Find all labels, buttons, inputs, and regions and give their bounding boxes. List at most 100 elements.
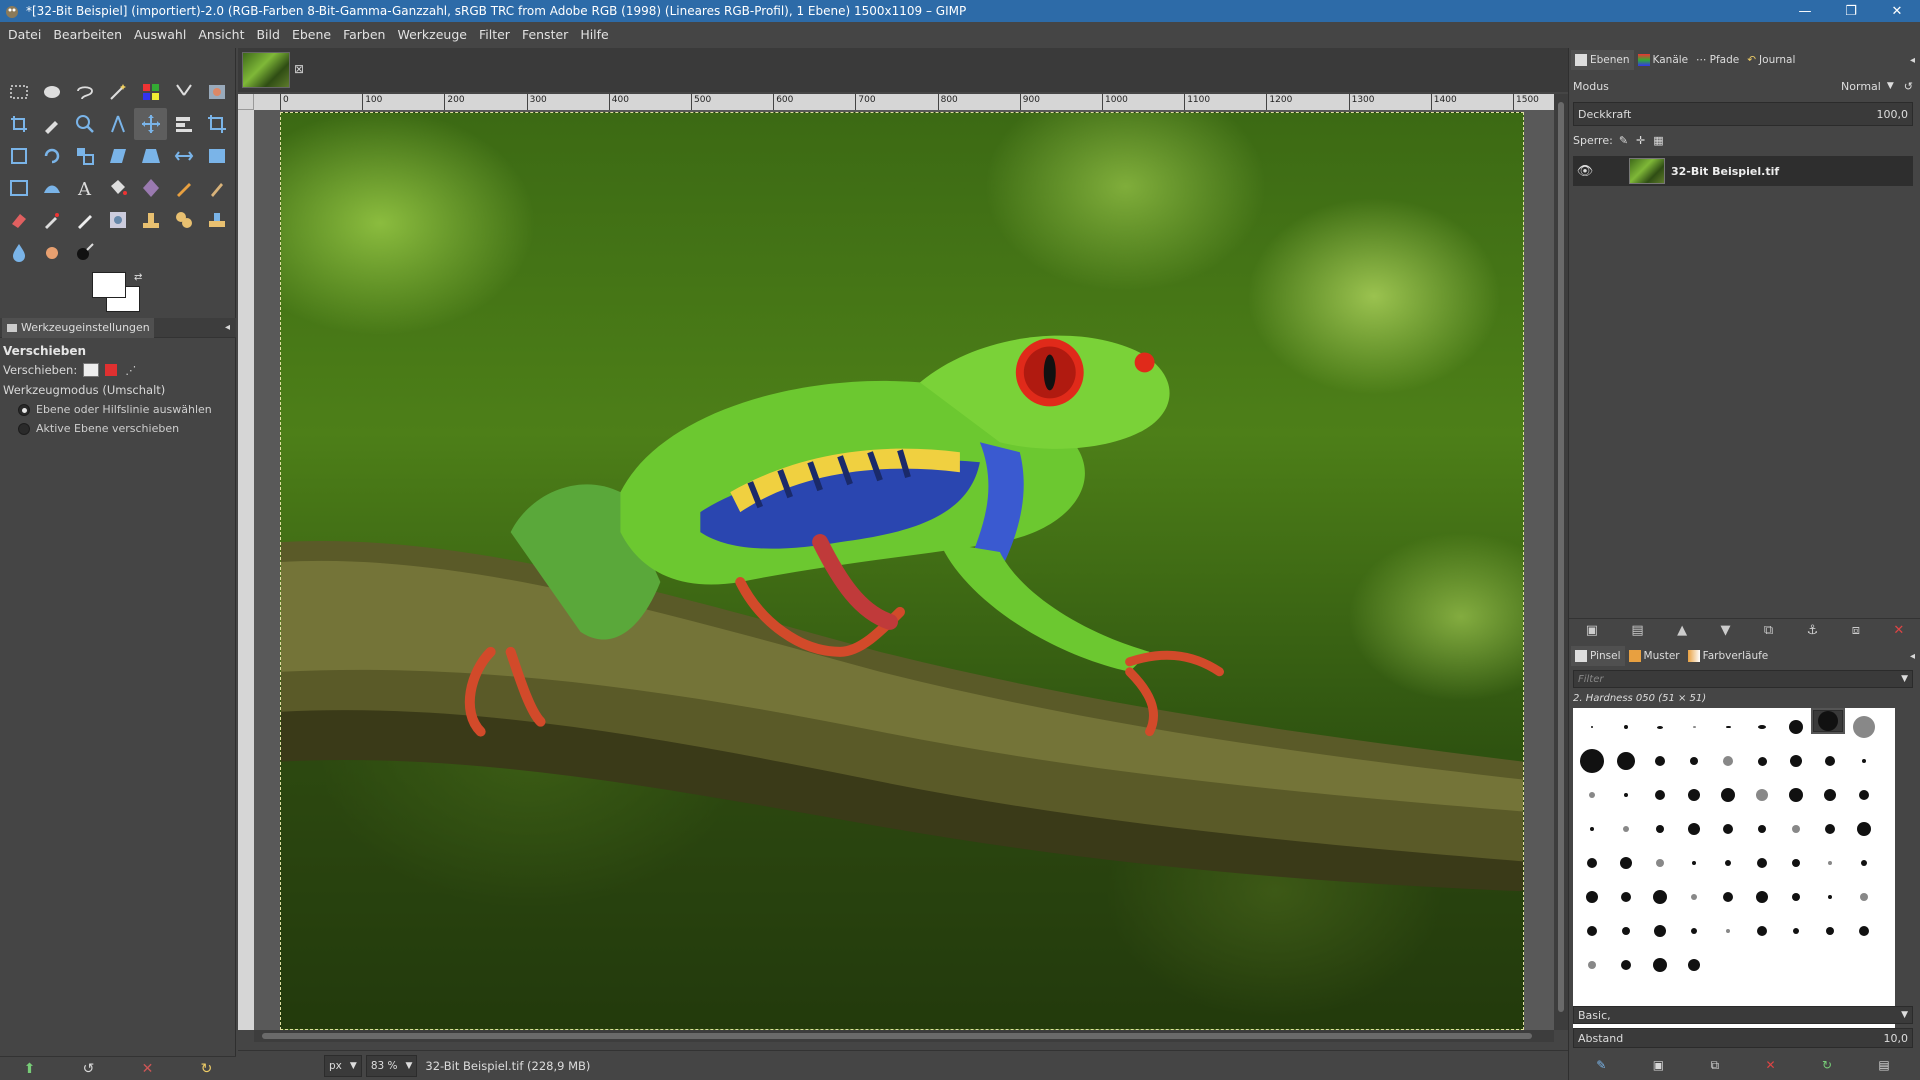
crop-tool[interactable] — [2, 108, 35, 140]
close-image-icon[interactable]: ⊠ — [294, 62, 304, 76]
horizontal-scroll-thumb[interactable] — [262, 1033, 1532, 1039]
flip-tool[interactable] — [167, 140, 200, 172]
brush-item[interactable] — [1779, 914, 1813, 948]
dodge-burn-tool[interactable] — [68, 236, 101, 268]
menu-werkzeuge[interactable]: Werkzeuge — [391, 22, 473, 48]
delete-options-icon[interactable]: ✕ — [142, 1061, 154, 1077]
brush-item[interactable] — [1575, 914, 1609, 948]
brush-item[interactable] — [1609, 744, 1643, 778]
vertical-scrollbar[interactable] — [1554, 94, 1568, 1030]
brush-item[interactable] — [1847, 914, 1881, 948]
brush-item[interactable] — [1575, 948, 1609, 982]
brush-item[interactable] — [1643, 812, 1677, 846]
move-tool[interactable] — [134, 108, 167, 140]
foreground-select-tool[interactable] — [200, 76, 233, 108]
visibility-eye-icon[interactable]: 👁 — [1573, 164, 1597, 179]
panel-menu-icon[interactable]: ◂ — [225, 322, 230, 333]
radio-pick-layer[interactable]: Ebene oder Hilfslinie auswählen — [0, 400, 236, 419]
brush-item[interactable] — [1609, 914, 1643, 948]
save-options-icon[interactable]: ⬆ — [24, 1061, 36, 1077]
brush-item[interactable] — [1677, 812, 1711, 846]
layer-name[interactable]: 32-Bit Beispiel.tif — [1671, 165, 1779, 178]
brush-tag-field[interactable]: Basic, ▼ — [1573, 1006, 1913, 1024]
brush-item[interactable] — [1677, 948, 1711, 982]
brush-item[interactable] — [1745, 914, 1779, 948]
lock-position-icon[interactable]: ✛ — [1636, 134, 1645, 147]
canvas-area[interactable] — [254, 110, 1554, 1030]
opacity-field[interactable]: Deckkraft 100,0 — [1573, 102, 1913, 126]
move-selection-icon[interactable] — [105, 364, 118, 376]
brush-item[interactable] — [1677, 744, 1711, 778]
brush-item[interactable] — [1779, 744, 1813, 778]
brush-item[interactable] — [1711, 812, 1745, 846]
brush-item[interactable] — [1677, 846, 1711, 880]
restore-button[interactable]: ❐ — [1828, 0, 1874, 22]
brush-item[interactable] — [1745, 846, 1779, 880]
brush-item[interactable] — [1609, 846, 1643, 880]
ruler-corner[interactable] — [238, 94, 254, 110]
horizontal-ruler[interactable]: 0 100 200 300 400 500 600 700 800 900 1000 1100 1200… — [254, 94, 1554, 110]
brush-item[interactable] — [1813, 914, 1847, 948]
brush-item[interactable] — [1643, 778, 1677, 812]
brush-item[interactable] — [1779, 846, 1813, 880]
brush-item[interactable] — [1813, 812, 1847, 846]
duplicate-brush-icon[interactable]: ⧉ — [1710, 1058, 1719, 1073]
reset-options-icon[interactable]: ↻ — [201, 1061, 213, 1077]
tab-farbverlaeufe[interactable]: Farbverläufe — [1684, 646, 1773, 666]
tab-tool-options[interactable]: Werkzeugeinstellungen — [2, 317, 154, 338]
rotate-tool[interactable] — [35, 140, 68, 172]
chevron-down-icon[interactable]: ▼ — [1901, 1010, 1908, 1020]
menu-datei[interactable]: Datei — [2, 22, 47, 48]
menu-bearbeiten[interactable]: Bearbeiten — [47, 22, 128, 48]
rect-select-tool[interactable] — [2, 76, 35, 108]
brush-filter-input[interactable]: Filter ▼ — [1573, 670, 1913, 688]
minimize-button[interactable]: — — [1782, 0, 1828, 22]
brush-item[interactable] — [1609, 880, 1643, 914]
brush-item[interactable] — [1609, 778, 1643, 812]
mode-select[interactable]: Normal — [1841, 80, 1881, 93]
horizontal-scrollbar[interactable] — [254, 1030, 1554, 1042]
refresh-brushes-icon[interactable]: ↻ — [1822, 1058, 1832, 1072]
move-path-icon[interactable]: ⋰ — [125, 364, 136, 377]
brush-item[interactable] — [1677, 778, 1711, 812]
opacity-value[interactable]: 100,0 — [1877, 108, 1909, 121]
menu-bild[interactable]: Bild — [250, 22, 285, 48]
brush-item[interactable] — [1677, 914, 1711, 948]
menu-hilfe[interactable]: Hilfe — [574, 22, 614, 48]
mode-reset-icon[interactable]: ↺ — [1904, 80, 1913, 93]
brush-item[interactable] — [1575, 880, 1609, 914]
airbrush-tool[interactable] — [35, 204, 68, 236]
spacing-value[interactable]: 10,0 — [1884, 1032, 1909, 1045]
brush-item[interactable] — [1745, 880, 1779, 914]
radio-pick-layer-dot[interactable] — [18, 403, 30, 416]
brush-grid[interactable] — [1573, 708, 1895, 1028]
brush-item[interactable] — [1813, 880, 1847, 914]
brush-item[interactable] — [1643, 846, 1677, 880]
radio-move-active-dot[interactable] — [18, 422, 30, 435]
brush-item[interactable] — [1847, 744, 1881, 778]
unified-transform-tool[interactable] — [2, 140, 35, 172]
brush-item[interactable] — [1711, 846, 1745, 880]
brush-item[interactable] — [1609, 812, 1643, 846]
brush-item[interactable] — [1643, 710, 1677, 744]
tab-muster[interactable]: Muster — [1625, 646, 1684, 666]
tab-pinsel[interactable]: Pinsel — [1571, 646, 1625, 666]
brush-item[interactable] — [1643, 880, 1677, 914]
brush-item[interactable] — [1813, 778, 1847, 812]
gradient-tool[interactable] — [134, 172, 167, 204]
merge-layer-icon[interactable]: ⧈ — [1852, 623, 1860, 638]
brush-item[interactable] — [1711, 710, 1745, 744]
brush-item[interactable] — [1779, 812, 1813, 846]
new-layer-group-icon[interactable]: ▤ — [1631, 623, 1643, 638]
free-select-tool[interactable] — [68, 76, 101, 108]
brush-item[interactable] — [1575, 710, 1609, 744]
anchor-layer-icon[interactable]: ⚓ — [1807, 623, 1819, 638]
scissors-select-tool[interactable] — [167, 76, 200, 108]
tab-ebenen[interactable]: Ebenen — [1571, 50, 1634, 70]
perspective-tool[interactable] — [134, 140, 167, 172]
zoom-tool[interactable] — [68, 108, 101, 140]
brush-item[interactable] — [1575, 812, 1609, 846]
menu-ansicht[interactable]: Ansicht — [192, 22, 250, 48]
brush-item[interactable] — [1609, 948, 1643, 982]
brush-item[interactable] — [1779, 880, 1813, 914]
